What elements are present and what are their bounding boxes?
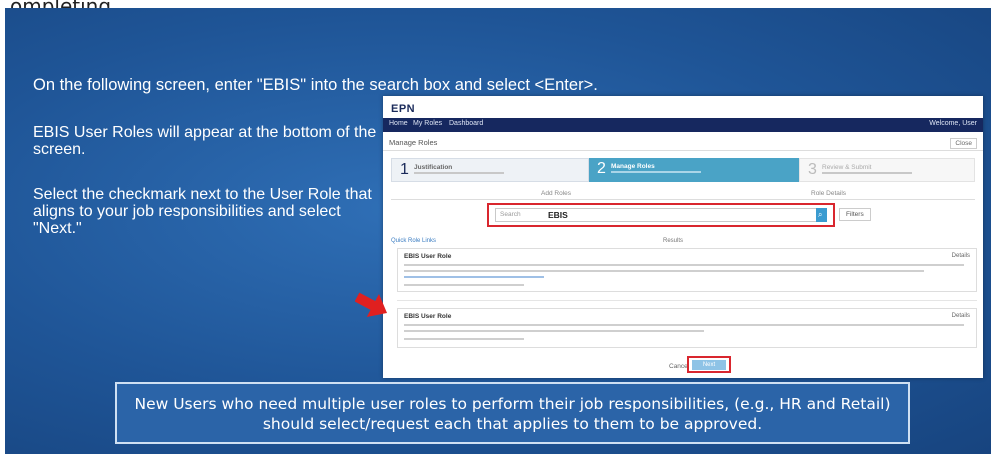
nav-bar: Home My Roles Dashboard Welcome, User — [383, 118, 983, 132]
step-number: 3 — [808, 161, 817, 178]
step-number: 1 — [400, 161, 409, 178]
red-arrow-icon — [355, 292, 388, 317]
close-button[interactable]: Close — [950, 138, 977, 149]
role-title: EBIS User Role — [404, 313, 452, 320]
step-label: Justification — [414, 164, 453, 171]
quick-role-links[interactable]: Quick Role Links — [391, 238, 436, 244]
divider — [397, 300, 977, 301]
search-button[interactable]: ⌕ — [816, 208, 827, 222]
tab-role-details[interactable]: Role Details — [811, 190, 846, 197]
role-link — [404, 276, 544, 278]
role-meta — [404, 284, 524, 286]
results-count: Results — [663, 238, 684, 244]
role-description — [404, 324, 964, 326]
side-text-roles: EBIS User Roles will appear at the botto… — [33, 124, 377, 158]
role-title: EBIS User Role — [404, 253, 452, 260]
role-tabs: Add Roles Role Details — [391, 190, 975, 200]
nav-item-roles[interactable]: My Roles — [413, 120, 442, 127]
role-description — [404, 330, 704, 332]
filter-button[interactable]: Filters — [839, 208, 871, 221]
embedded-screenshot: EPN Home My Roles Dashboard Welcome, Use… — [383, 96, 983, 378]
tab-add-roles[interactable]: Add Roles — [541, 190, 571, 197]
search-value: EBIS — [548, 210, 568, 220]
role-details-link[interactable]: Details — [952, 253, 970, 259]
step-number: 2 — [597, 160, 606, 177]
role-description — [404, 270, 924, 272]
search-input[interactable]: Search EBIS — [495, 208, 819, 222]
step-review-submit[interactable]: 3 Review & Submit — [799, 158, 975, 182]
step-subtext — [822, 172, 912, 174]
user-menu[interactable]: Welcome, User — [929, 120, 977, 127]
role-card[interactable]: EBIS User Role Details — [397, 308, 977, 348]
role-details-link[interactable]: Details — [952, 313, 970, 319]
search-icon: ⌕ — [818, 210, 823, 219]
step-label: Review & Submit — [822, 164, 872, 171]
role-card[interactable]: EBIS User Role Details — [397, 248, 977, 292]
divider — [383, 150, 983, 151]
step-manage-roles[interactable]: 2 Manage Roles — [589, 158, 799, 182]
side-text-select: Select the checkmark next to the User Ro… — [33, 186, 372, 237]
step-indicator: 1 Justification 2 Manage Roles 3 Review … — [391, 158, 975, 182]
instruction-text: On the following screen, enter "EBIS" in… — [33, 76, 598, 94]
app-logo: EPN — [391, 103, 416, 115]
nav-item-dashboard[interactable]: Dashboard — [449, 120, 483, 127]
search-highlight-box: Search EBIS ⌕ — [487, 203, 835, 227]
step-subtext — [414, 172, 504, 174]
role-description — [404, 264, 964, 266]
next-button[interactable]: Next — [692, 360, 726, 370]
page-title: Manage Roles — [389, 138, 438, 147]
next-highlight-box: Next — [687, 356, 731, 373]
nav-item-home[interactable]: Home — [389, 120, 408, 127]
step-label: Manage Roles — [611, 163, 655, 170]
note-box: New Users who need multiple user roles t… — [115, 382, 910, 444]
step-subtext — [611, 171, 701, 173]
role-meta — [404, 338, 524, 340]
search-placeholder: Search — [500, 211, 521, 218]
step-justification[interactable]: 1 Justification — [391, 158, 589, 182]
